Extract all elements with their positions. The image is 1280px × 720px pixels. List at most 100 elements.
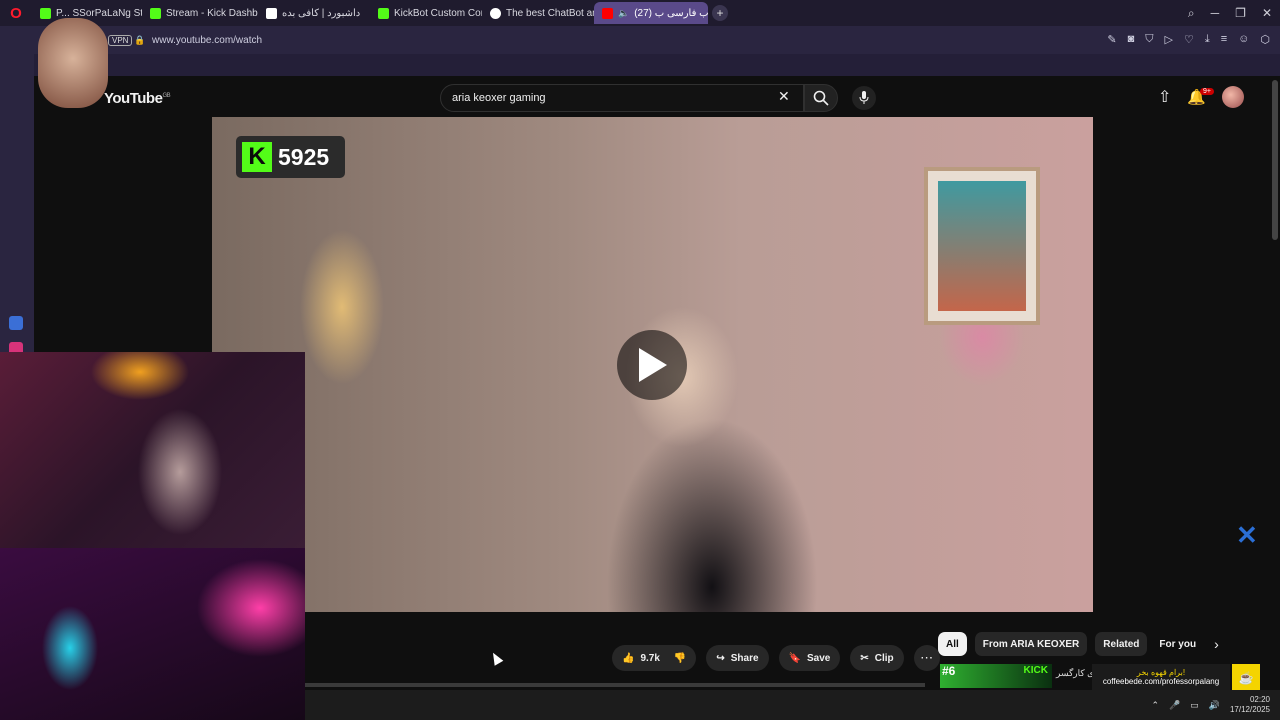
bookmark-bar bbox=[34, 54, 1280, 76]
aria-icon[interactable] bbox=[9, 316, 23, 330]
clock-time: 02:20 bbox=[1249, 695, 1270, 704]
coffee-donation-banner: برام قهوه بخر! coffeebede.com/professorp… bbox=[1092, 664, 1230, 690]
voice-search-button[interactable] bbox=[852, 86, 876, 110]
youtube-logo[interactable]: YouTubeGB bbox=[104, 90, 171, 107]
rec-thumb-rank: #6 bbox=[942, 664, 956, 678]
edit-icon[interactable]: ✎ bbox=[1107, 33, 1116, 46]
clock-date: 17/12/2025 bbox=[1229, 705, 1270, 714]
kick-favicon-icon bbox=[150, 7, 161, 19]
share-label: Share bbox=[730, 652, 759, 664]
url-field[interactable]: www.youtube.com/watch bbox=[152, 35, 262, 46]
wall-painting bbox=[924, 167, 1040, 325]
tab-kickbot-commands[interactable]: KickBot Custom Comman bbox=[370, 2, 482, 24]
system-tray: ⌃ 🎤 ▭ 🔊 02:20 17/12/2025 bbox=[1151, 695, 1270, 715]
opera-logo-icon[interactable]: O bbox=[0, 0, 32, 26]
chevron-right-icon[interactable]: › bbox=[1214, 636, 1219, 652]
search-query: aria keoxer gaming bbox=[452, 92, 546, 104]
like-button[interactable]: 👍 9.7k 👎 bbox=[612, 645, 697, 671]
kick-viewer-overlay: K 5925 bbox=[236, 136, 345, 178]
address-bar-icons: ✎ ◙ ⛉ ▷ ♡ ⤓ ≡ ☺ ⬡ bbox=[1107, 33, 1270, 46]
search-button[interactable] bbox=[804, 84, 838, 112]
chip-related[interactable]: Related bbox=[1095, 632, 1148, 656]
chip-from-channel[interactable]: From ARIA KEOXER bbox=[974, 632, 1088, 656]
kick-favicon-icon bbox=[40, 7, 51, 19]
volume-icon[interactable]: 🔊 bbox=[1209, 700, 1220, 711]
page-scrollbar[interactable] bbox=[1272, 80, 1278, 240]
search-icon bbox=[813, 90, 829, 106]
dislike-icon[interactable]: 👎 bbox=[674, 653, 686, 664]
video-actions: 👍 9.7k 👎 ↪ Share 🔖 Save ✂ Clip ⋯ bbox=[612, 645, 940, 671]
os-taskbar bbox=[305, 690, 1280, 720]
upload-icon[interactable]: ⇧ bbox=[1158, 87, 1171, 107]
clip-button[interactable]: ✂ Clip bbox=[850, 645, 904, 671]
ad-line-2: coffeebede.com/professorpalang bbox=[1102, 677, 1220, 686]
tab-label: P... SSorPaLaNg Stream bbox=[56, 7, 142, 19]
heart-icon[interactable]: ♡ bbox=[1184, 33, 1194, 46]
more-actions-button[interactable]: ⋯ bbox=[913, 645, 940, 671]
new-tab-button[interactable]: + bbox=[712, 5, 728, 21]
chip-all[interactable]: All bbox=[938, 632, 967, 656]
lock-icon: 🔒 bbox=[134, 35, 146, 45]
close-window-button[interactable]: ✕ bbox=[1262, 6, 1272, 20]
maximize-button[interactable]: ❐ bbox=[1235, 6, 1246, 20]
tab-label: The best ChatBot and Wid bbox=[506, 7, 594, 19]
sidebar-icons bbox=[9, 316, 23, 356]
kick-logo-icon: K bbox=[242, 142, 272, 172]
kick-favicon-icon bbox=[378, 7, 389, 19]
system-clock[interactable]: 02:20 17/12/2025 bbox=[1230, 695, 1270, 715]
tab-chatbot[interactable]: The best ChatBot and Wid bbox=[482, 2, 594, 24]
tab-coffeebede-dashboard[interactable]: داشبورد | کافی بده bbox=[258, 2, 370, 24]
streamer-avatar-overlay bbox=[38, 18, 108, 108]
recommended-video-title[interactable]: ی کارگسر bbox=[1056, 668, 1094, 679]
mute-icon[interactable]: 🔈 bbox=[618, 8, 629, 19]
tab-label: Stream - Kick Dashboard bbox=[166, 7, 258, 19]
video-progress-bar[interactable] bbox=[305, 683, 925, 687]
play-button[interactable] bbox=[617, 330, 687, 400]
thumbs-up-icon: 👍 bbox=[622, 652, 635, 664]
save-label: Save bbox=[807, 652, 831, 664]
menu-icon[interactable]: ≡ bbox=[1221, 33, 1227, 46]
shield-icon[interactable]: ⛉ bbox=[1145, 33, 1153, 46]
clip-label: Clip bbox=[874, 652, 894, 664]
account-avatar[interactable] bbox=[1222, 86, 1245, 108]
like-count: 9.7k bbox=[640, 652, 660, 664]
chevron-up-icon[interactable]: ⌃ bbox=[1151, 700, 1159, 711]
profile-icon[interactable]: ☺ bbox=[1238, 33, 1249, 46]
microphone-icon[interactable]: 🎤 bbox=[1169, 700, 1180, 711]
tab-label: داشبورد | کافی بده bbox=[282, 7, 361, 19]
bookmark-icon: 🔖 bbox=[788, 652, 802, 664]
download-icon[interactable]: ⤓ bbox=[1205, 33, 1210, 46]
play-icon[interactable]: ▷ bbox=[1165, 33, 1173, 46]
share-icon: ↪ bbox=[716, 652, 725, 664]
window-controls: ⌕ ─ ❐ ✕ bbox=[1188, 0, 1272, 26]
recommendation-chips: All From ARIA KEOXER Related For you › bbox=[938, 632, 1219, 656]
page-favicon-icon bbox=[490, 7, 501, 19]
logo-region: GB bbox=[162, 93, 171, 99]
youtube-logo-text: YouTube bbox=[104, 90, 163, 107]
clear-search-icon[interactable]: ✕ bbox=[778, 88, 790, 105]
tab-kick-dashboard[interactable]: Stream - Kick Dashboard bbox=[142, 2, 258, 24]
extension-icon[interactable]: ⬡ bbox=[1260, 33, 1270, 46]
vpn-badge[interactable]: VPN bbox=[108, 35, 133, 46]
camera-icon[interactable]: ◙ bbox=[1128, 33, 1135, 46]
coffee-cup-icon: ☕ bbox=[1232, 664, 1260, 692]
play-icon bbox=[639, 348, 667, 382]
browser-tab-bar: O P... SSorPaLaNg Stream Stream - Kick D… bbox=[0, 0, 1280, 26]
webcam-feed-top bbox=[0, 352, 305, 548]
minimize-button[interactable]: ─ bbox=[1211, 6, 1220, 20]
scissors-icon: ✂ bbox=[860, 652, 869, 664]
network-icon[interactable]: ▭ bbox=[1190, 700, 1199, 711]
mouse-cursor bbox=[488, 650, 504, 666]
chip-for-you[interactable]: For you bbox=[1155, 632, 1200, 656]
save-button[interactable]: 🔖 Save bbox=[778, 645, 841, 671]
kick-viewer-count: 5925 bbox=[278, 143, 330, 170]
search-input[interactable]: aria keoxer gaming bbox=[440, 84, 804, 112]
youtube-favicon-icon bbox=[602, 7, 613, 19]
tab-youtube-active[interactable]: 🔈 (27) آیا یوتیوب فارسی ب bbox=[594, 2, 708, 24]
tab-search-icon[interactable]: ⌕ bbox=[1188, 6, 1195, 21]
recommended-video-thumbnail[interactable]: #6 KICK bbox=[940, 664, 1052, 688]
tab-label: (27) آیا یوتیوب فارسی ب bbox=[634, 7, 708, 19]
share-button[interactable]: ↪ Share bbox=[706, 645, 769, 671]
page-favicon-icon bbox=[266, 7, 277, 19]
tab-label: KickBot Custom Comman bbox=[394, 7, 482, 19]
